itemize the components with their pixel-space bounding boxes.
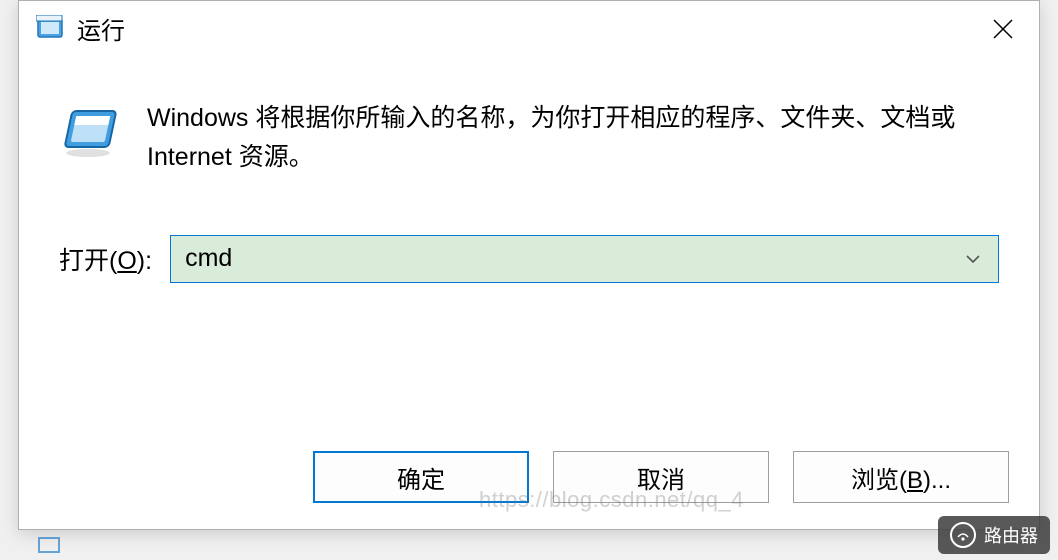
open-combobox[interactable] (170, 235, 999, 283)
button-row: 确定 取消 浏览(B)... (313, 451, 1009, 503)
open-input[interactable] (185, 244, 958, 273)
run-app-icon (59, 101, 123, 161)
close-icon (992, 18, 1014, 40)
run-titlebar-icon (35, 14, 67, 42)
background-strip-icon (38, 535, 60, 555)
dialog-title: 运行 (77, 11, 125, 46)
ok-button[interactable]: 确定 (313, 451, 529, 503)
browse-button-label: 浏览(B)... (851, 460, 951, 495)
open-input-row: 打开(O): (59, 235, 999, 283)
description-row: Windows 将根据你所输入的名称，为你打开相应的程序、文件夹、文档或 Int… (59, 99, 999, 177)
background-strip (18, 530, 1040, 560)
run-dialog: 运行 Windows 将根据你所输入的名称，为你打开相应的程序、文件夹、 (18, 0, 1040, 530)
footer-badge: 路由器 (938, 516, 1050, 554)
close-button[interactable] (981, 11, 1025, 47)
router-icon (950, 522, 976, 548)
dialog-body: Windows 将根据你所输入的名称，为你打开相应的程序、文件夹、文档或 Int… (19, 55, 1039, 283)
combobox-dropdown-button[interactable] (958, 254, 988, 264)
open-label-hotkey: O (117, 247, 136, 275)
titlebar[interactable]: 运行 (19, 1, 1039, 55)
open-label: 打开(O): (59, 241, 152, 277)
cancel-button-label: 取消 (637, 460, 685, 495)
ok-button-label: 确定 (397, 460, 445, 495)
chevron-down-icon (965, 254, 981, 264)
cancel-button[interactable]: 取消 (553, 451, 769, 503)
open-label-prefix: 打开( (59, 247, 117, 275)
footer-badge-text: 路由器 (984, 522, 1038, 548)
open-label-suffix: ): (137, 247, 152, 275)
description-text: Windows 将根据你所输入的名称，为你打开相应的程序、文件夹、文档或 Int… (147, 99, 999, 177)
browse-button[interactable]: 浏览(B)... (793, 451, 1009, 503)
